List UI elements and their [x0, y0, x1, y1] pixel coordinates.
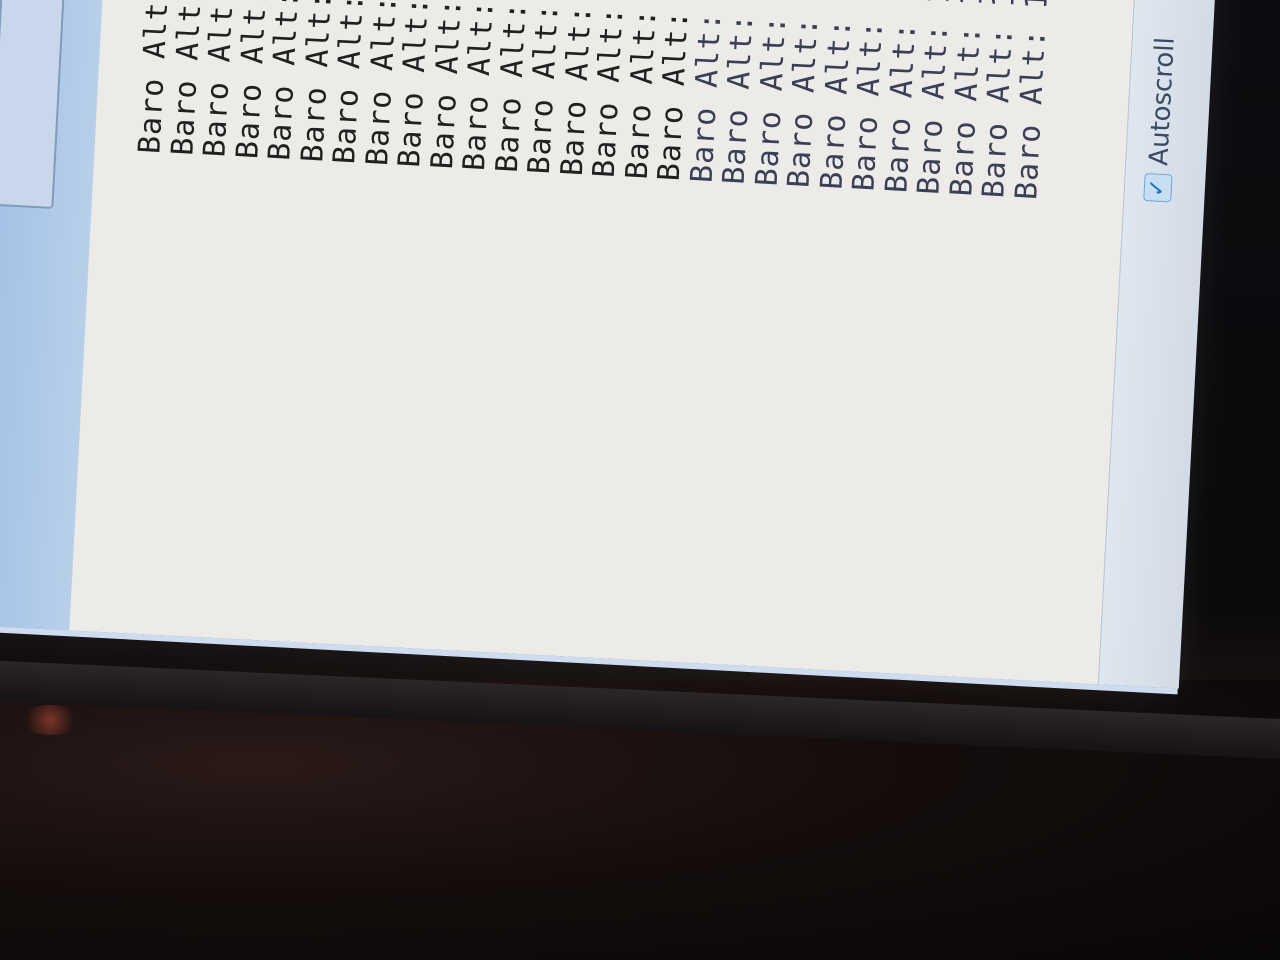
serial-monitor-window: Baro Alt: 17618.01Baro Alt: 17618.01Baro…	[0, 0, 1238, 695]
check-icon[interactable]: ✓	[1143, 172, 1173, 203]
log-line: Baro Alt: 17611.06	[1008, 0, 1062, 201]
light-reflection	[20, 705, 80, 735]
autoscroll-toggle[interactable]: ✓ Autoscroll	[1142, 36, 1181, 203]
autoscroll-label: Autoscroll	[1144, 36, 1181, 167]
send-input[interactable]	[0, 0, 91, 209]
serial-output-area[interactable]: Baro Alt: 17618.01Baro Alt: 17618.01Baro…	[69, 0, 1157, 685]
photo-scene: Baro Alt: 17618.01Baro Alt: 17618.01Baro…	[0, 0, 1280, 960]
serial-output-lines: Baro Alt: 17618.01Baro Alt: 17618.01Baro…	[132, 0, 1075, 201]
